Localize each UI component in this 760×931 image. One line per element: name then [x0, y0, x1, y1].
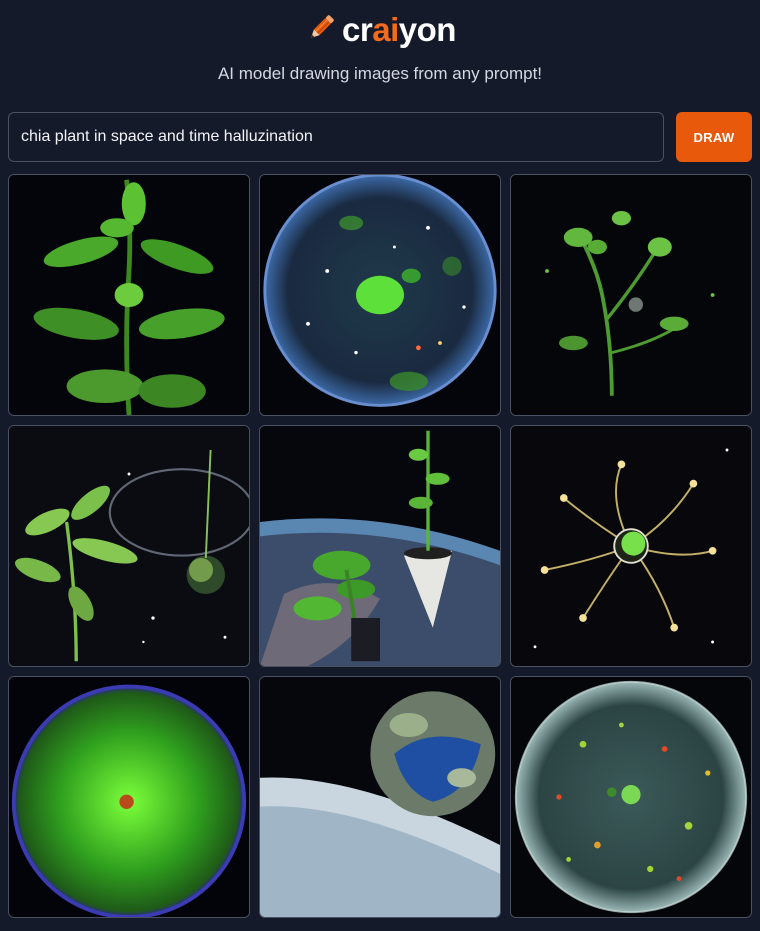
tagline: AI model drawing images from any prompt! [217, 64, 543, 83]
brand-name: craiyon [342, 11, 456, 49]
brand-suffix: yon [398, 11, 457, 48]
result-image-5[interactable] [259, 425, 501, 667]
result-image-6[interactable] [510, 425, 752, 667]
brand-accent: ai [372, 11, 399, 48]
result-image-7[interactable] [8, 676, 250, 918]
result-image-1[interactable] [8, 174, 250, 416]
result-image-2[interactable] [259, 174, 501, 416]
brand-logo[interactable]: craiyon [0, 8, 760, 52]
result-image-4[interactable] [8, 425, 250, 667]
draw-button[interactable]: DRAW [676, 112, 752, 162]
brand-prefix: cr [342, 11, 373, 48]
pencil-icon [304, 11, 338, 50]
results-grid [8, 174, 752, 918]
result-image-3[interactable] [510, 174, 752, 416]
result-image-9[interactable] [510, 676, 752, 918]
prompt-input[interactable] [8, 112, 664, 162]
result-image-8[interactable] [259, 676, 501, 918]
